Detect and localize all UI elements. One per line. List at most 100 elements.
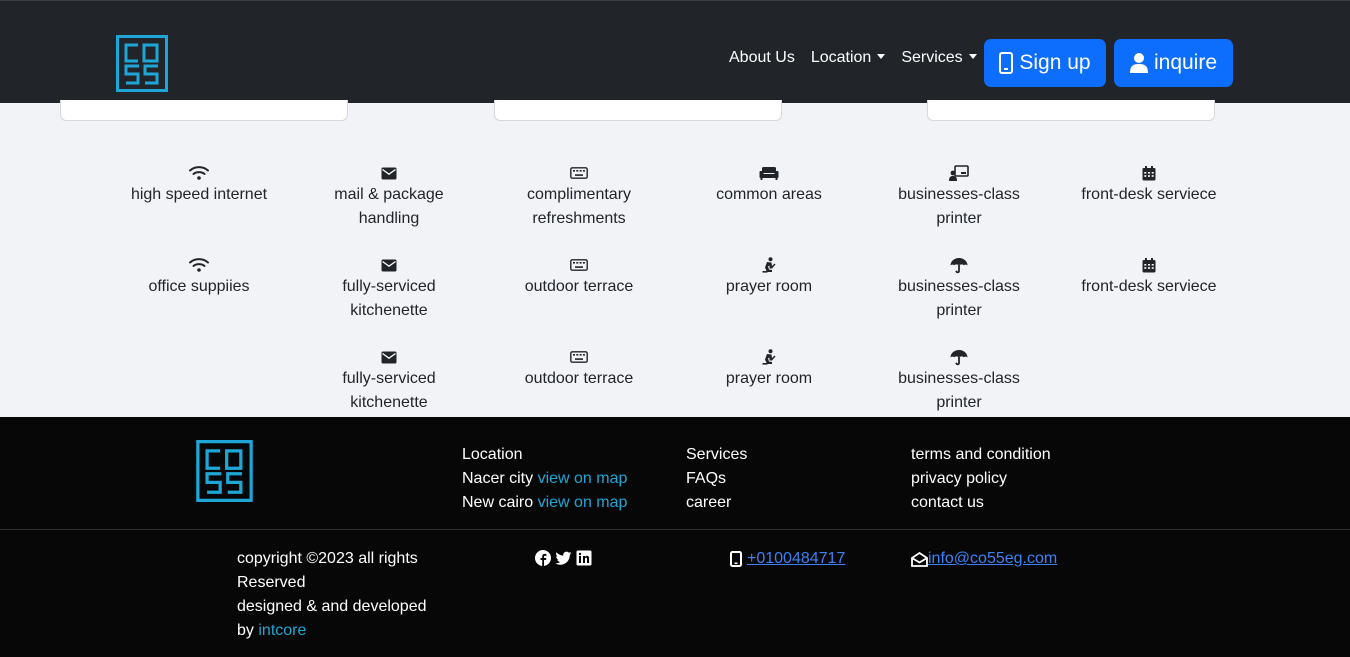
amenity-item: prayer room [674,255,864,299]
amenity-label: complimentary refreshments [526,186,632,227]
signup-label: Sign up [1019,51,1091,74]
twitter-icon[interactable] [555,550,572,566]
mobile-phone-icon [730,551,742,567]
amenity-item: prayer room [674,347,864,391]
amenity-item: fully-serviced kitchenette [294,255,484,323]
amenity-label: prayer room [725,370,813,387]
co55-footer-logo[interactable] [196,440,253,502]
amenity-label: office suppiies [148,278,250,295]
envelope-icon [294,163,484,183]
location-card [494,100,782,121]
amenity-item: front-desk serviece [1054,255,1244,299]
footer-location-column: Location Nacer city view on map New cair… [462,443,627,515]
nav-about-us[interactable]: About Us [729,49,795,67]
signup-button[interactable]: Sign up [984,39,1106,87]
amenity-label: fully-serviced kitchenette [342,278,436,319]
umbrella-icon [864,347,1054,367]
amenity-item: fully-serviced kitchenette [294,347,484,415]
location-card [927,100,1215,121]
nav-services-label: Services [901,49,963,66]
phone-contact: +0100484717 [730,547,845,571]
mobile-phone-icon [999,52,1014,74]
location-name: New cairo [462,494,534,511]
praying-icon [674,347,864,367]
wifi-icon [104,255,294,275]
amenity-item: businesses-class printer [864,255,1054,323]
amenity-item: outdoor terrace [484,255,674,299]
keyboard-icon [484,255,674,275]
amenity-label: outdoor terrace [524,370,634,387]
email-link[interactable]: info@co55eg.com [928,547,1057,571]
inquire-label: inquire [1153,51,1218,74]
calendar-icon [1054,163,1244,183]
chalkboard-user-icon [864,163,1054,183]
footer-career-link[interactable]: career [686,491,747,515]
amenity-item: front-desk serviece [1054,163,1244,207]
amenity-item: office suppiies [104,255,294,299]
phone-link[interactable]: +0100484717 [747,547,845,571]
footer-terms-link[interactable]: terms and condition [911,443,1051,467]
amenity-label: businesses-class printer [898,186,1020,227]
nav-services-dropdown[interactable]: Services [901,49,977,67]
by-text: by [237,622,254,639]
footer-legal-column: terms and condition privacy policy conta… [911,443,1051,515]
social-links [535,550,592,566]
credit-line: by intcore [237,619,437,643]
footer-location-item: Nacer city view on map [462,467,627,491]
view-on-map-link[interactable]: view on map [538,494,628,511]
keyboard-icon [484,347,674,367]
co55-logo[interactable] [116,35,168,92]
amenity-item: businesses-class printer [864,347,1054,415]
facebook-icon[interactable] [535,550,551,566]
footer-services-link[interactable]: Services [686,443,747,467]
amenity-label: outdoor terrace [524,278,634,295]
amenity-item: businesses-class printer [864,163,1054,231]
footer-location-title: Location [462,446,523,463]
amenity-item: high speed internet [104,163,294,207]
footer-location-item: New cairo view on map [462,491,627,515]
amenity-label: front-desk serviece [1081,278,1217,295]
intcore-link[interactable]: intcore [258,622,306,639]
amenity-item: outdoor terrace [484,347,674,391]
amenity-label: front-desk serviece [1081,186,1217,203]
footer-faqs-link[interactable]: FAQs [686,467,747,491]
nav-location-dropdown[interactable]: Location [811,49,886,67]
inquire-button[interactable]: inquire [1114,39,1233,87]
keyboard-icon [484,163,674,183]
amenity-item: common areas [674,163,864,207]
footer-privacy-link[interactable]: privacy policy [911,467,1051,491]
wifi-icon [104,163,294,183]
footer-contact-link[interactable]: contact us [911,491,1051,515]
top-navbar: About Us Location Services Sign up inqui… [0,0,1350,103]
footer-divider [0,529,1350,530]
amenity-label: common areas [716,186,822,203]
designed-text: designed & and developed [237,598,427,615]
caret-down-icon [877,54,886,59]
amenity-label: prayer room [725,278,813,295]
footer-services-column: Services FAQs career [686,443,747,515]
envelope-open-icon [911,551,928,567]
couch-icon [674,163,864,183]
amenity-item: complimentary refreshments [484,163,674,231]
amenity-label: fully-serviced kitchenette [342,370,436,411]
footer: Location Nacer city view on map New cair… [0,417,1350,657]
email-contact: info@co55eg.com [911,547,1057,571]
amenity-label: businesses-class printer [898,370,1020,411]
amenity-item: mail & package handling [294,163,484,231]
location-card [60,100,348,121]
envelope-icon [294,347,484,367]
location-name: Nacer city [462,470,534,487]
amenity-label: businesses-class printer [898,278,1020,319]
caret-down-icon [968,54,977,59]
envelope-icon [294,255,484,275]
nav-location-label: Location [810,49,872,66]
linkedin-icon[interactable] [576,550,592,566]
amenity-label: mail & package handling [334,186,444,227]
user-icon [1129,53,1148,73]
calendar-icon [1054,255,1244,275]
umbrella-icon [864,255,1054,275]
view-on-map-link[interactable]: view on map [538,470,628,487]
praying-icon [674,255,864,275]
amenity-label: high speed internet [130,186,268,203]
copyright-block: copyright ©2023 all rights Reserved desi… [237,547,437,643]
